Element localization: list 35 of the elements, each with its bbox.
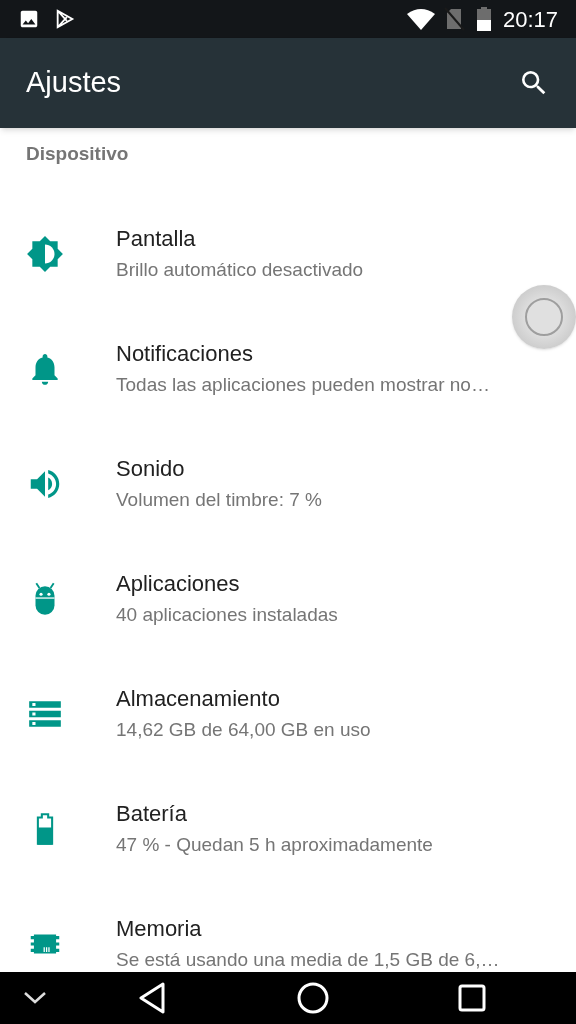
app-bar-title: Ajustes <box>26 65 123 101</box>
item-summary: Brillo automático desactivado <box>116 257 364 282</box>
clock: 20:17 <box>502 5 558 34</box>
item-summary: Volumen del timbre: 7 % <box>116 487 322 512</box>
wifi-icon <box>406 8 435 30</box>
home-icon[interactable] <box>297 982 329 1014</box>
item-title: Batería <box>116 799 188 828</box>
item-summary: 14,62 GB de 64,00 GB en uso <box>116 717 371 742</box>
image-icon <box>18 8 40 30</box>
item-summary: Se está usando una media de 1,5 GB de 6,… <box>116 947 500 972</box>
item-title: Notificaciones <box>116 339 254 368</box>
item-summary: Todas las aplicaciones pueden mostrar no… <box>116 372 490 397</box>
item-title: Almacenamiento <box>116 684 281 713</box>
floating-button[interactable] <box>512 285 576 349</box>
item-title: Pantalla <box>116 224 197 253</box>
settings-item[interactable]: Notificaciones Todas las aplicaciones pueden mostrar no… <box>0 311 576 426</box>
chevron-down-icon <box>23 991 47 1005</box>
settings-item[interactable]: Pantalla Brillo automático desactivado <box>0 196 576 311</box>
section-header: Dispositivo <box>26 143 129 164</box>
settings-item[interactable]: Almacenamiento 14,62 GB de 64,00 GB en uso <box>0 656 576 771</box>
brightness-icon <box>26 234 64 273</box>
settings-item[interactable]: Aplicaciones 40 aplicaciones instaladas <box>0 541 576 656</box>
play-icon <box>54 8 76 30</box>
settings-item[interactable]: Memoria Se está usando una media de 1,5 GB de 6,… <box>0 886 576 972</box>
no-sim-icon <box>442 7 465 31</box>
settings-item[interactable]: Batería 47 % - Quedan 5 h aproximadamente <box>0 771 576 886</box>
item-title: Memoria <box>116 914 203 943</box>
recents-icon[interactable] <box>458 984 486 1012</box>
back-icon[interactable] <box>138 982 166 1014</box>
item-title: Sonido <box>116 454 186 483</box>
item-summary: 47 % - Quedan 5 h aproximadamente <box>116 832 433 857</box>
item-title: Aplicaciones <box>116 569 241 598</box>
settings-item[interactable]: Sonido Volumen del timbre: 7 % <box>0 426 576 541</box>
battery-icon <box>476 7 491 31</box>
item-summary: 40 aplicaciones instaladas <box>116 602 338 627</box>
